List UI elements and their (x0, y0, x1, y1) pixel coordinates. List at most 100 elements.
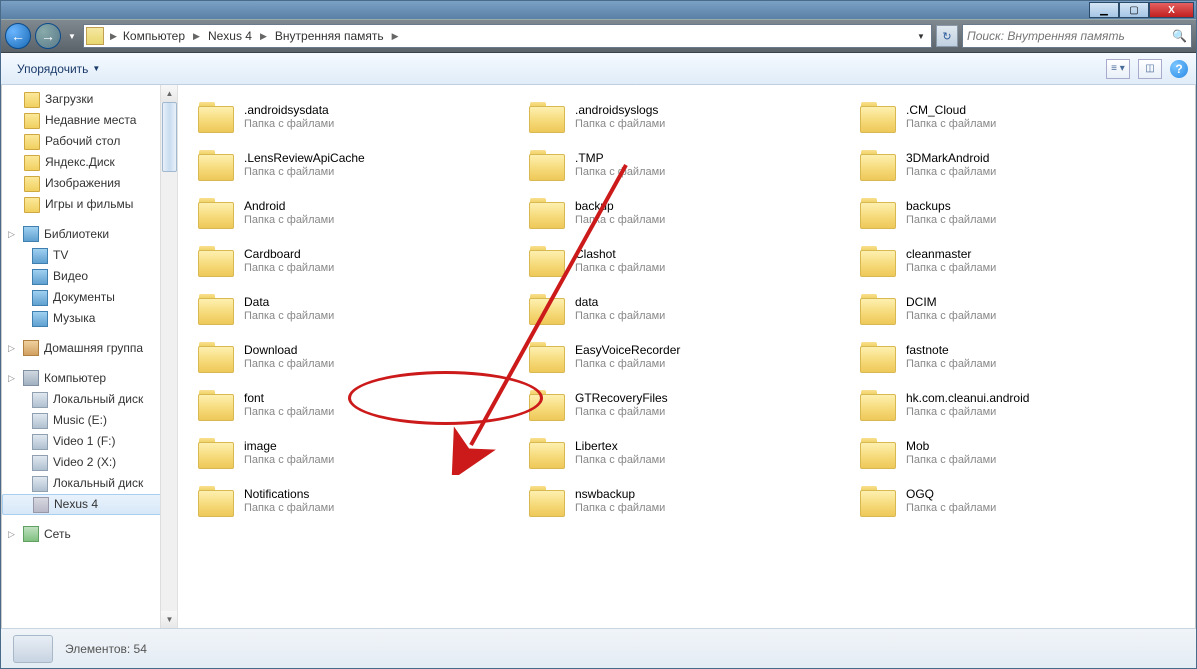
sidebar-item[interactable]: Видео (2, 266, 177, 287)
folder-icon (858, 339, 898, 375)
folder-item[interactable]: hk.com.cleanui.androidПапка с файлами (852, 381, 1183, 429)
folder-item[interactable]: DCIMПапка с файлами (852, 285, 1183, 333)
folder-item[interactable]: cleanmasterПапка с файлами (852, 237, 1183, 285)
folder-icon (24, 176, 40, 192)
folder-name: .androidsyslogs (575, 103, 665, 117)
help-button[interactable]: ? (1170, 60, 1188, 78)
folder-name: Cardboard (244, 247, 334, 261)
refresh-button[interactable]: ↻ (936, 25, 958, 47)
folder-item[interactable]: .LensReviewApiCacheПапка с файлами (190, 141, 521, 189)
folder-item[interactable]: AndroidПапка с файлами (190, 189, 521, 237)
sidebar-item-label: Music (E:) (53, 412, 107, 429)
close-button[interactable]: X (1149, 2, 1194, 18)
search-input[interactable] (967, 29, 1172, 43)
address-dropdown-icon[interactable]: ▼ (913, 32, 929, 41)
sidebar-item[interactable]: Яндекс.Диск (2, 152, 177, 173)
sidebar-item[interactable]: Музыка (2, 308, 177, 329)
sidebar-item[interactable]: Локальный диск (2, 389, 177, 410)
lib-icon (32, 290, 48, 306)
sidebar-item[interactable]: Документы (2, 287, 177, 308)
folder-item[interactable]: GTRecoveryFilesПапка с файлами (521, 381, 852, 429)
folder-item[interactable]: ClashotПапка с файлами (521, 237, 852, 285)
maximize-button[interactable]: ▢ (1119, 2, 1149, 18)
sidebar-item[interactable]: Изображения (2, 173, 177, 194)
folder-item[interactable]: 3DMarkAndroidПапка с файлами (852, 141, 1183, 189)
sidebar-item[interactable]: TV (2, 245, 177, 266)
folder-name: image (244, 439, 334, 453)
organize-button[interactable]: Упорядочить ▼ (9, 58, 108, 80)
sidebar-item[interactable]: Music (E:) (2, 410, 177, 431)
sidebar-scrollbar[interactable]: ▲ ▼ (160, 85, 177, 628)
addr-sep-icon[interactable]: ▶ (108, 31, 119, 42)
scroll-down-icon[interactable]: ▼ (161, 611, 178, 628)
scrollbar-thumb[interactable] (162, 102, 177, 172)
folder-item[interactable]: fastnoteПапка с файлами (852, 333, 1183, 381)
titlebar[interactable]: ▁ ▢ X (1, 1, 1196, 19)
expand-icon[interactable]: ▷ (8, 529, 18, 540)
folder-item[interactable]: MobПапка с файлами (852, 429, 1183, 477)
folder-name: .LensReviewApiCache (244, 151, 365, 165)
preview-pane-button[interactable]: ◫ (1138, 59, 1162, 79)
folder-item[interactable]: DataПапка с файлами (190, 285, 521, 333)
sidebar-item[interactable]: Недавние места (2, 110, 177, 131)
sidebar-group[interactable]: ▷Сеть (2, 523, 177, 545)
sidebar-item[interactable]: Загрузки (2, 89, 177, 110)
searchbox[interactable]: 🔍 (962, 24, 1192, 48)
sidebar-item[interactable]: Рабочий стол (2, 131, 177, 152)
folder-item[interactable]: .androidsysdataПапка с файлами (190, 93, 521, 141)
sidebar-item[interactable]: Video 2 (X:) (2, 452, 177, 473)
folder-item[interactable]: EasyVoiceRecorderПапка с файлами (521, 333, 852, 381)
folder-item[interactable]: dataПапка с файлами (521, 285, 852, 333)
folder-item[interactable]: imageПапка с файлами (190, 429, 521, 477)
folder-subtitle: Папка с файлами (906, 165, 996, 179)
expand-icon[interactable]: ▷ (8, 343, 18, 354)
sidebar-group[interactable]: ▷Библиотеки (2, 223, 177, 245)
sidebar-item[interactable]: Локальный диск (2, 473, 177, 494)
breadcrumb-segment[interactable]: Внутренняя память (271, 27, 388, 45)
folder-icon (858, 387, 898, 423)
folder-item[interactable]: backupПапка с файлами (521, 189, 852, 237)
forward-button[interactable]: → (35, 23, 61, 49)
folder-item[interactable]: .androidsyslogsПапка с файлами (521, 93, 852, 141)
expand-icon[interactable]: ▷ (8, 229, 18, 240)
folder-item[interactable]: NotificationsПапка с файлами (190, 477, 521, 525)
sidebar-item[interactable]: Nexus 4 (2, 494, 177, 515)
phone-icon (33, 497, 49, 513)
sidebar-item[interactable]: Игры и фильмы (2, 194, 177, 215)
addressbar[interactable]: ▶ Компьютер▶Nexus 4▶Внутренняя память▶ ▼ (83, 24, 932, 48)
folder-subtitle: Папка с файлами (906, 309, 996, 323)
folder-item[interactable]: DownloadПапка с файлами (190, 333, 521, 381)
folder-item[interactable]: .CM_CloudПапка с файлами (852, 93, 1183, 141)
folder-item[interactable]: LibertexПапка с файлами (521, 429, 852, 477)
folder-view[interactable]: .androidsysdataПапка с файлами.androidsy… (178, 85, 1195, 628)
comp-icon (23, 370, 39, 386)
breadcrumb-segment[interactable]: Компьютер (119, 27, 189, 45)
folder-item[interactable]: nswbackupПапка с файлами (521, 477, 852, 525)
status-text: Элементов: 54 (65, 642, 147, 656)
folder-name: Clashot (575, 247, 665, 261)
breadcrumb-segment[interactable]: Nexus 4 (204, 27, 256, 45)
sidebar-group[interactable]: ▷Компьютер (2, 367, 177, 389)
folder-subtitle: Папка с файлами (575, 405, 668, 419)
sidebar-group[interactable]: ▷Домашняя группа (2, 337, 177, 359)
folder-icon (527, 243, 567, 279)
folder-name: DCIM (906, 295, 996, 309)
drive-icon (32, 455, 48, 471)
sidebar-item[interactable]: Video 1 (F:) (2, 431, 177, 452)
folder-item[interactable]: backupsПапка с файлами (852, 189, 1183, 237)
folder-subtitle: Папка с файлами (575, 213, 665, 227)
folder-item[interactable]: OGQПапка с файлами (852, 477, 1183, 525)
view-options-button[interactable]: ≡ ▾ (1106, 59, 1130, 79)
back-button[interactable]: ← (5, 23, 31, 49)
minimize-button[interactable]: ▁ (1089, 2, 1119, 18)
folder-item[interactable]: .TMPПапка с файлами (521, 141, 852, 189)
expand-icon[interactable]: ▷ (8, 373, 18, 384)
search-icon[interactable]: 🔍 (1172, 29, 1187, 43)
history-dropdown[interactable]: ▼ (65, 26, 79, 46)
folder-item[interactable]: CardboardПапка с файлами (190, 237, 521, 285)
scroll-up-icon[interactable]: ▲ (161, 85, 178, 102)
breadcrumb-separator-icon[interactable]: ▶ (258, 31, 269, 42)
folder-item[interactable]: fontПапка с файлами (190, 381, 521, 429)
breadcrumb-separator-icon[interactable]: ▶ (191, 31, 202, 42)
breadcrumb-separator-icon[interactable]: ▶ (390, 31, 401, 42)
